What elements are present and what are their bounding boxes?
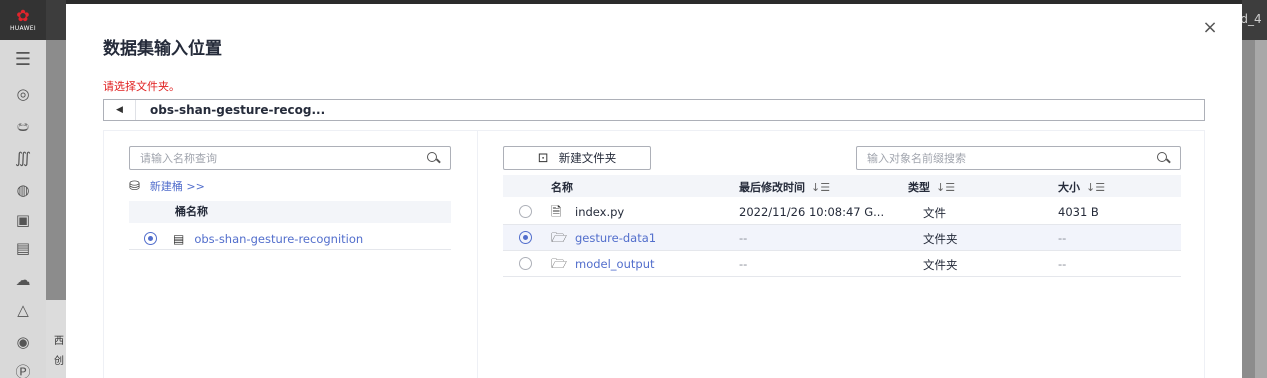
browser-panes: ⛁ 新建桶 >> 桶名称 ▤ obs-shan-gesture-recognit… [103,130,1205,378]
new-folder-icon: ⊡ [537,150,549,166]
console-sidebar: ☰ ◎ ඏ ∭ ◍ ▣ ▤ ☁ △ ◉ Ⓟ [0,40,46,378]
object-name: index.py [575,205,625,219]
new-folder-button[interactable]: ⊡ 新建文件夹 [503,146,651,170]
object-size: 4031 B [1058,205,1099,219]
link-icon[interactable]: ඏ [13,116,33,136]
bucket-radio[interactable] [144,232,157,245]
row-radio[interactable] [519,205,532,218]
search-icon[interactable] [426,151,440,165]
bucket-search [129,146,451,170]
box-icon[interactable]: ▣ [13,210,33,230]
folder-icon: 🗁 [551,231,568,246]
col-modified[interactable]: 最后修改时间 ↓☰ [739,179,830,195]
table-row[interactable]: 🗎 index.py 2022/11/26 10:08:47 G... 文件 4… [503,199,1181,225]
sort-icon[interactable]: ↓☰ [936,181,955,194]
sort-icon[interactable]: ↓☰ [811,181,830,194]
object-pane: ⊡ 新建文件夹 名称 最后修改时间 ↓☰ 类型 ↓☰ 大小 ↓☰ [479,131,1206,378]
new-bucket-label: 新建桶 >> [149,180,205,193]
col-size[interactable]: 大小 ↓☰ [1058,179,1105,195]
object-type: 文件夹 [923,258,958,272]
col-modified-label: 最后修改时间 [739,181,805,194]
object-modified: -- [739,257,748,271]
server-icon[interactable]: ▤ [13,238,33,258]
select-folder-hint: 请选择文件夹。 [103,80,180,93]
current-path: obs-shan-gesture-recog... [150,103,326,117]
bucket-pane: ⛁ 新建桶 >> 桶名称 ▤ obs-shan-gesture-recognit… [104,131,478,378]
new-bucket-link[interactable]: ⛁ 新建桶 >> [129,178,205,194]
bucket-search-input[interactable] [140,151,426,165]
dataset-input-dialog: 数据集输入位置 × 请选择文件夹。 ◀ obs-shan-gesture-rec… [66,0,1242,378]
bucket-list-icon: ▤ [173,231,185,246]
object-search-input[interactable] [867,151,1156,165]
dialog-title: 数据集输入位置 [103,39,222,59]
sort-icon[interactable]: ↓☰ [1086,181,1105,194]
caret-left-icon: ◀ [116,105,123,115]
table-row[interactable]: 🗁 gesture-data1 -- 文件夹 -- [503,225,1181,251]
bucket-name-header: 桶名称 [129,201,451,223]
brand-name: HUAWEI [10,24,36,32]
col-size-label: 大小 [1058,181,1080,194]
database-icon[interactable]: ◍ [13,180,33,200]
col-name[interactable]: 名称 [551,179,573,195]
table-row[interactable]: 🗁 model_output -- 文件夹 -- [503,251,1181,277]
globe-icon[interactable]: ◉ [13,332,33,352]
huawei-petals-icon: ✿ [16,5,30,25]
object-type: 文件夹 [923,232,958,246]
folder-icon: 🗁 [551,257,568,272]
bucket-name: obs-shan-gesture-recognition [194,231,364,246]
col-type[interactable]: 类型 ↓☰ [908,179,955,195]
object-search [856,146,1181,170]
object-name[interactable]: gesture-data1 [575,231,656,245]
bucket-icon: ⛁ [129,178,140,194]
background-strip [1255,40,1267,378]
disk-icon[interactable]: ◎ [13,84,33,104]
cloud-icon[interactable]: ☁ [13,270,33,290]
path-bar: ◀ obs-shan-gesture-recog... [103,99,1205,121]
file-icon: 🗎 [551,205,562,220]
wave-icon[interactable]: ∭ [13,148,33,168]
object-modified: 2022/11/26 10:08:47 G... [739,205,885,219]
object-modified: -- [739,231,748,245]
new-folder-label: 新建文件夹 [558,151,617,165]
row-radio[interactable] [519,231,532,244]
background-text: 西 [54,336,64,347]
row-radio[interactable] [519,257,532,270]
close-icon[interactable]: × [1200,18,1220,38]
col-type-label: 类型 [908,181,930,194]
search-icon[interactable] [1156,151,1170,165]
back-button[interactable]: ◀ [104,100,136,120]
object-size: -- [1058,257,1067,271]
bucket-row[interactable]: ▤ obs-shan-gesture-recognition [129,228,451,250]
table-header: 名称 最后修改时间 ↓☰ 类型 ↓☰ 大小 ↓☰ [503,175,1181,197]
object-size: -- [1058,231,1067,245]
background-text: 创 [54,356,64,367]
triangle-icon[interactable]: △ [13,300,33,320]
object-type: 文件 [923,206,946,220]
menu-icon[interactable]: ☰ [13,50,33,70]
object-name[interactable]: model_output [575,257,655,271]
huawei-logo[interactable]: ✿ HUAWEI [0,0,46,40]
ip-icon[interactable]: Ⓟ [13,362,33,378]
